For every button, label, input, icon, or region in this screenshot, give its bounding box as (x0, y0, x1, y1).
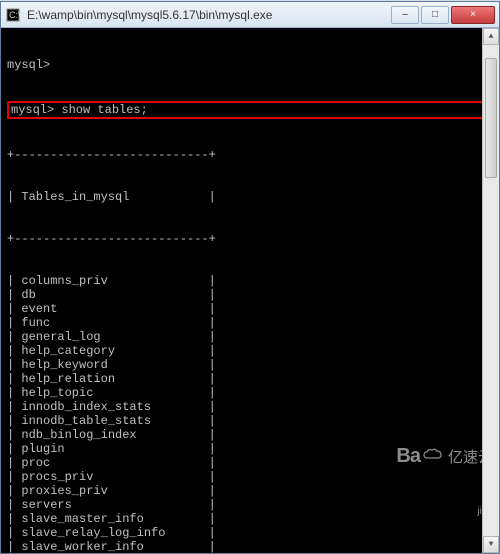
table-row: | plugin | (7, 442, 493, 456)
app-window: C:\ E:\wamp\bin\mysql\mysql5.6.17\bin\my… (0, 1, 500, 554)
svg-text:C:\: C:\ (9, 10, 20, 20)
table-row: | db | (7, 288, 493, 302)
table-row: | slave_master_info | (7, 512, 493, 526)
table-row: | func | (7, 316, 493, 330)
table-header: | Tables_in_mysql | (7, 190, 493, 204)
table-row: | innodb_index_stats | (7, 400, 493, 414)
prev-prompt-line: mysql> (7, 58, 493, 72)
table-row: | servers | (7, 498, 493, 512)
scroll-down-button[interactable]: ▼ (483, 536, 499, 553)
table-row: | help_relation | (7, 372, 493, 386)
titlebar[interactable]: C:\ E:\wamp\bin\mysql\mysql5.6.17\bin\my… (1, 2, 499, 28)
terminal-output[interactable]: mysql> mysql> show tables; +------------… (1, 28, 499, 553)
table-row: | slave_worker_info | (7, 540, 493, 553)
table-row: | procs_priv | (7, 470, 493, 484)
command-line: mysql> show tables; (11, 103, 148, 117)
minimize-button[interactable]: – (391, 6, 419, 24)
highlight-command: mysql> show tables; (7, 101, 493, 119)
window-controls: – □ × (391, 6, 495, 24)
table-row: | proc | (7, 456, 493, 470)
table-row: | innodb_table_stats | (7, 414, 493, 428)
table-row: | help_keyword | (7, 358, 493, 372)
table-row: | help_topic | (7, 386, 493, 400)
table-row: | columns_priv | (7, 274, 493, 288)
table-row: | slave_relay_log_info | (7, 526, 493, 540)
table-row: | help_category | (7, 344, 493, 358)
table-row: | general_log | (7, 330, 493, 344)
window-title: E:\wamp\bin\mysql\mysql5.6.17\bin\mysql.… (27, 8, 391, 22)
close-button[interactable]: × (451, 6, 495, 24)
maximize-button[interactable]: □ (421, 6, 449, 24)
table-row: | proxies_priv | (7, 484, 493, 498)
scroll-thumb[interactable] (485, 58, 497, 178)
vertical-scrollbar[interactable]: ▲ ▼ (482, 28, 499, 553)
app-icon: C:\ (5, 7, 21, 23)
table-border-top: +---------------------------+ (7, 148, 493, 162)
table-row: | event | (7, 302, 493, 316)
table-border-sep: +---------------------------+ (7, 232, 493, 246)
table-rows: | columns_priv || db || event || func ||… (7, 274, 493, 553)
table-row: | ndb_binlog_index | (7, 428, 493, 442)
scroll-up-button[interactable]: ▲ (483, 28, 499, 45)
